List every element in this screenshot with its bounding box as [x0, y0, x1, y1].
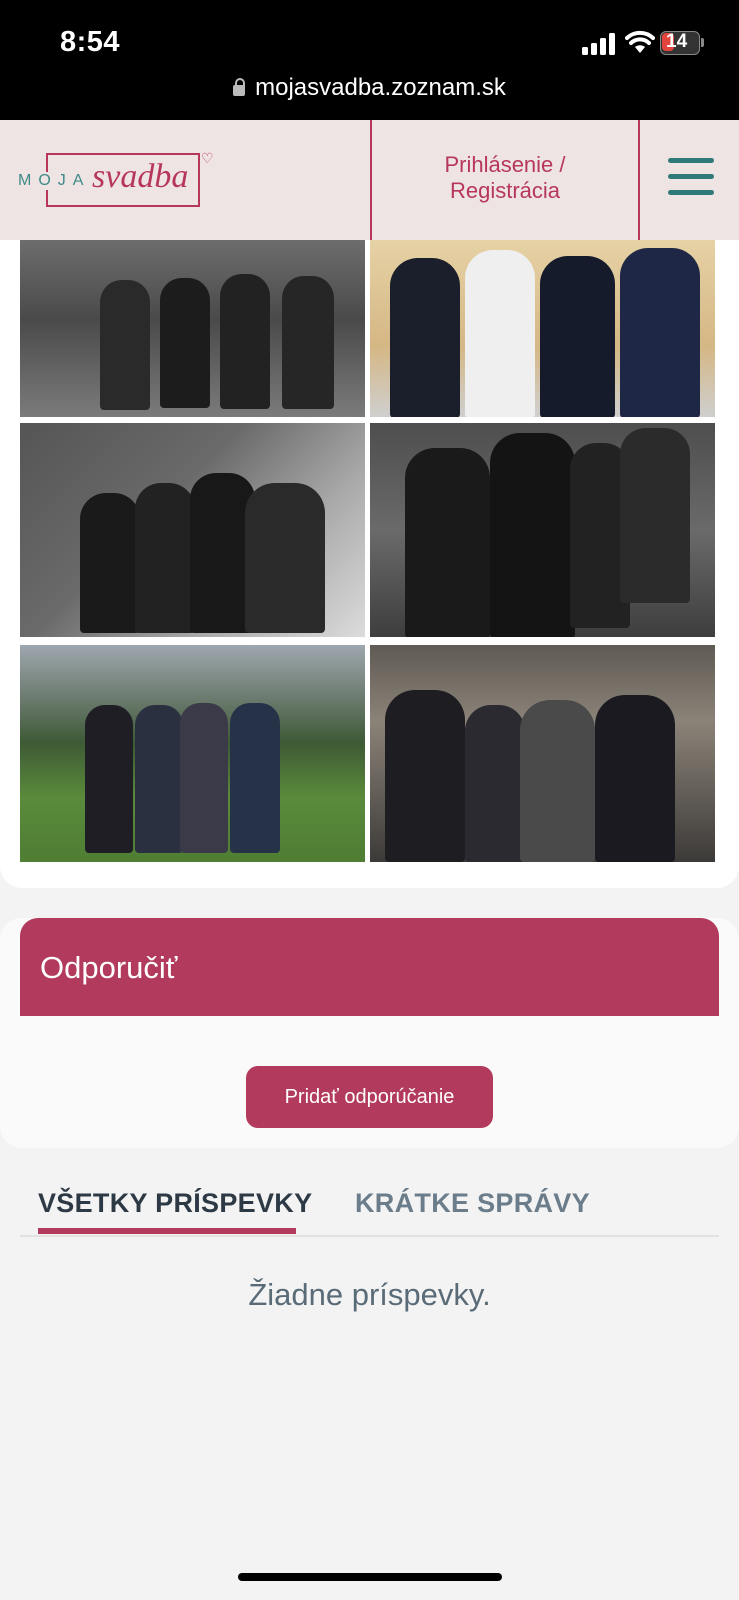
active-tab-indicator: [38, 1228, 296, 1234]
site-logo[interactable]: MOJA svadba ♡: [18, 150, 218, 210]
login-line-1: Prihlásenie /: [444, 152, 566, 177]
gallery-photo[interactable]: [20, 240, 365, 417]
logo-moja-text: MOJA: [18, 172, 93, 190]
gallery-photo[interactable]: [20, 423, 365, 637]
battery-level: 14: [666, 31, 688, 52]
login-line-2: Registrácia: [449, 178, 561, 203]
site-header: MOJA svadba ♡ Prihlásenie / Registrácia: [0, 120, 739, 241]
empty-posts-message: Žiadne príspevky.: [248, 1277, 491, 1312]
battery-icon: 14: [660, 31, 704, 55]
tabs-divider: [20, 1235, 719, 1237]
recommend-title: Odporučiť: [40, 950, 178, 985]
tab-all-posts[interactable]: VŠETKY PRÍSPEVKY: [38, 1188, 312, 1219]
add-recommendation-button[interactable]: Pridať odporúčanie: [246, 1066, 493, 1128]
gallery-photo[interactable]: [370, 645, 715, 862]
status-time: 8:54: [60, 26, 121, 58]
address-bar[interactable]: mojasvadba.zoznam.sk: [0, 74, 739, 102]
header-divider: [638, 120, 640, 240]
tab-short-messages[interactable]: KRÁTKE SPRÁVY: [355, 1188, 590, 1219]
recommend-header: Odporučiť: [20, 918, 719, 1016]
wifi-icon: [625, 30, 655, 53]
gallery-photo[interactable]: [370, 423, 715, 637]
logo-svadba-text: svadba: [88, 158, 193, 196]
recommend-section: Odporučiť Pridať odporúčanie: [0, 918, 739, 1148]
login-register-link[interactable]: Prihlásenie / Registrácia: [372, 152, 638, 204]
signal-icon: [582, 33, 615, 55]
lock-icon: [233, 78, 246, 96]
url-text: mojasvadba.zoznam.sk: [255, 74, 506, 101]
home-indicator[interactable]: [238, 1573, 502, 1581]
gallery-photo[interactable]: [20, 645, 365, 862]
photo-gallery: [0, 240, 739, 888]
heart-icon: ♡: [201, 150, 214, 166]
hamburger-menu-icon[interactable]: [668, 158, 714, 198]
gallery-photo[interactable]: [370, 240, 715, 417]
status-bar: 8:54 14 mojasvadba.zoznam.sk: [0, 0, 739, 120]
